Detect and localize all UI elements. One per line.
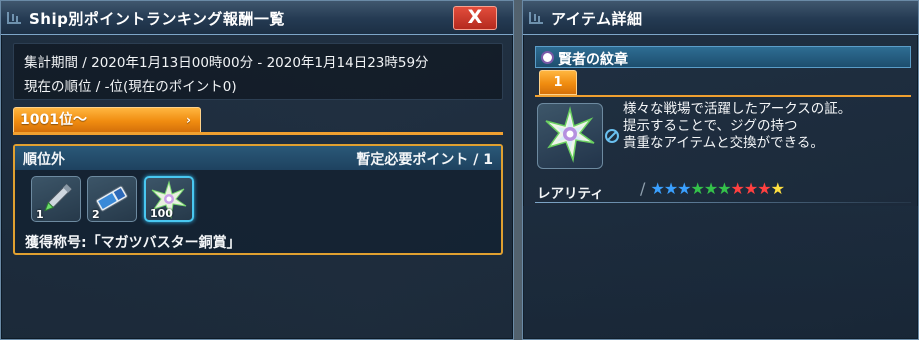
item-number-tab[interactable]: 1 [539,70,577,95]
item-name: 賢者の紋章 [558,52,628,68]
required-points: 暫定必要ポイント / 1 [356,152,493,168]
rarity-star-icon: ★ [730,179,745,198]
reward-item-slot[interactable]: 1 [31,176,81,222]
divider [535,202,911,203]
item-detail-title: アイテム詳細 [551,10,643,28]
reward-header: 順位外 暫定必要ポイント / 1 [15,146,501,170]
ranking-window-title: Ship別ポイントランキング報酬一覧 [29,10,285,28]
rarity-star-icon: ★ [757,179,771,198]
item-count: 2 [92,208,100,221]
rarity-star-icon: ★ [690,179,705,198]
ranking-reward-window: Ship別ポイントランキング報酬一覧 X 集計期間 / 2020年1月13日00… [0,0,514,340]
item-description: 様々な戦場で活躍したアークスの証。 提示することで、ジグの持つ 貴重なアイテムと… [623,101,852,151]
reward-item-slot-selected[interactable]: 100 [144,176,194,222]
reward-entry: 順位外 暫定必要ポイント / 1 1 2 100 獲得称号:「マガツバスター銅賞… [13,144,503,255]
item-type-icon [541,51,554,64]
rarity-star-icon: ★ [703,179,718,198]
rarity-star-icon: ★ [743,179,758,198]
rank-tab[interactable]: 1001位～ › [13,107,201,133]
no-trade-icon [605,129,619,143]
item-count: 1 [36,208,44,221]
item-name-bar: 賢者の紋章 [535,46,911,68]
emblem-star-icon [545,106,595,163]
rarity-separator: / [640,179,645,198]
tab-underline [535,95,911,97]
window-menu-icon [529,12,543,24]
item-image [537,103,603,169]
current-rank: 現在の順位 / -位(現在のポイント0) [24,79,237,95]
rarity-star-icon: ★ [663,179,678,198]
period-info-panel: 集計期間 / 2020年1月13日00時00分 - 2020年1月14日23時5… [13,43,503,100]
rarity-stars: / ★★★★★★★★★★ [640,179,785,198]
tab-underline [13,132,503,135]
item-detail-titlebar: アイテム詳細 [523,1,918,35]
item-detail-window: アイテム詳細 賢者の紋章 1 様々な戦場で活躍したアークスの証。 提示することで… [522,0,919,340]
aggregation-period: 集計期間 / 2020年1月13日00時00分 - 2020年1月14日23時5… [24,55,429,71]
rarity-star-row: ★★★★★★★★★★ [650,179,785,198]
rarity-star-icon: ★ [677,179,691,198]
reward-item-slot[interactable]: 2 [87,176,137,222]
rarity-label: レアリティ [537,186,604,202]
rarity-star-icon: ★ [717,179,731,198]
window-menu-icon [7,12,21,24]
empty-detail-area [523,206,918,339]
obtained-title: 獲得称号:「マガツバスター銅賞」 [25,235,241,251]
item-count: 100 [150,207,173,220]
ranking-window-titlebar: Ship別ポイントランキング報酬一覧 X [1,1,513,35]
close-button[interactable]: X [453,6,497,30]
rarity-star-icon: ★ [650,179,664,198]
rank-range-label: 順位外 [23,152,65,168]
chevron-right-icon: › [186,113,191,127]
rank-tab-label: 1001位～ [20,112,87,128]
rarity-star-icon: ★ [770,179,785,198]
